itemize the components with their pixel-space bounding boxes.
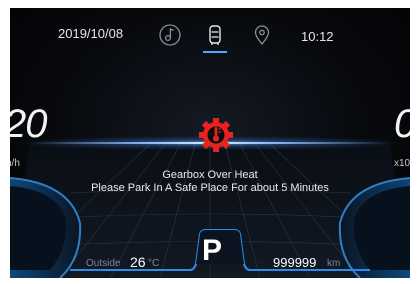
- outside-temperature: 26: [130, 254, 146, 270]
- warning-title: Gearbox Over Heat: [162, 169, 258, 181]
- speed-unit: n/h: [10, 158, 20, 169]
- temperature-unit: °C: [148, 258, 160, 269]
- gear-indicator: P: [202, 234, 223, 267]
- rpm-value: 0: [394, 102, 410, 147]
- warning-message: Please Park In A Safe Place For about 5 …: [91, 182, 329, 194]
- rpm-unit: x100: [394, 158, 410, 169]
- clock-label: 10:12: [301, 29, 334, 44]
- gearbox-temperature-warning-icon: [196, 115, 236, 155]
- location-pin-icon[interactable]: [250, 23, 274, 47]
- odometer-unit: km: [327, 258, 341, 269]
- music-icon[interactable]: [158, 23, 182, 47]
- active-tab-indicator: [203, 51, 227, 53]
- cluster-screen: 2019/10/08 10:12 0 /h x10 Gearbox Over H…: [10, 8, 410, 278]
- date-label: 2019/10/08: [58, 26, 124, 41]
- odometer-value: 999999: [273, 255, 317, 270]
- outside-label: Outside: [86, 258, 121, 269]
- vehicle-icon[interactable]: [203, 23, 227, 47]
- status-bar: 2019/10/08 10:12: [10, 8, 410, 60]
- speed-value: 20: [10, 102, 47, 146]
